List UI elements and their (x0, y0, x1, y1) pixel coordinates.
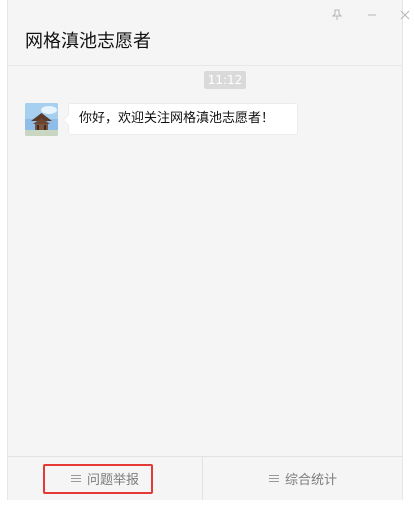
message-bubble: 你好，欢迎关注网格滇池志愿者！ (63, 103, 298, 135)
close-button[interactable] (394, 6, 414, 24)
pin-button[interactable] (326, 6, 348, 24)
window-title: 网格滇池志愿者 (25, 31, 151, 52)
menu-item-label: 综合统计 (284, 473, 337, 488)
menu-item-report-issue[interactable]: 问题举报 (8, 457, 202, 500)
bottom-menu: 问题举报 综合统计 (8, 456, 402, 500)
pin-icon (332, 9, 342, 20)
title-bar: 网格滇池志愿者 (8, 0, 410, 66)
minimize-icon (368, 14, 376, 16)
menu-item-statistics[interactable]: 综合统计 (203, 457, 403, 500)
menu-icon (268, 474, 279, 483)
message-timestamp: 11:12 (204, 71, 246, 89)
minimize-button[interactable] (361, 6, 383, 24)
pavilion-avatar (25, 103, 58, 136)
menu-icon (70, 474, 81, 483)
close-icon (400, 10, 410, 20)
avatar[interactable] (25, 103, 58, 136)
menu-item-label: 问题举报 (86, 473, 139, 488)
chat-window: 网格滇池志愿者 11:12 你好，欢迎关注网格滇池志愿者！ 问题举报 综合统计 (7, 0, 410, 500)
